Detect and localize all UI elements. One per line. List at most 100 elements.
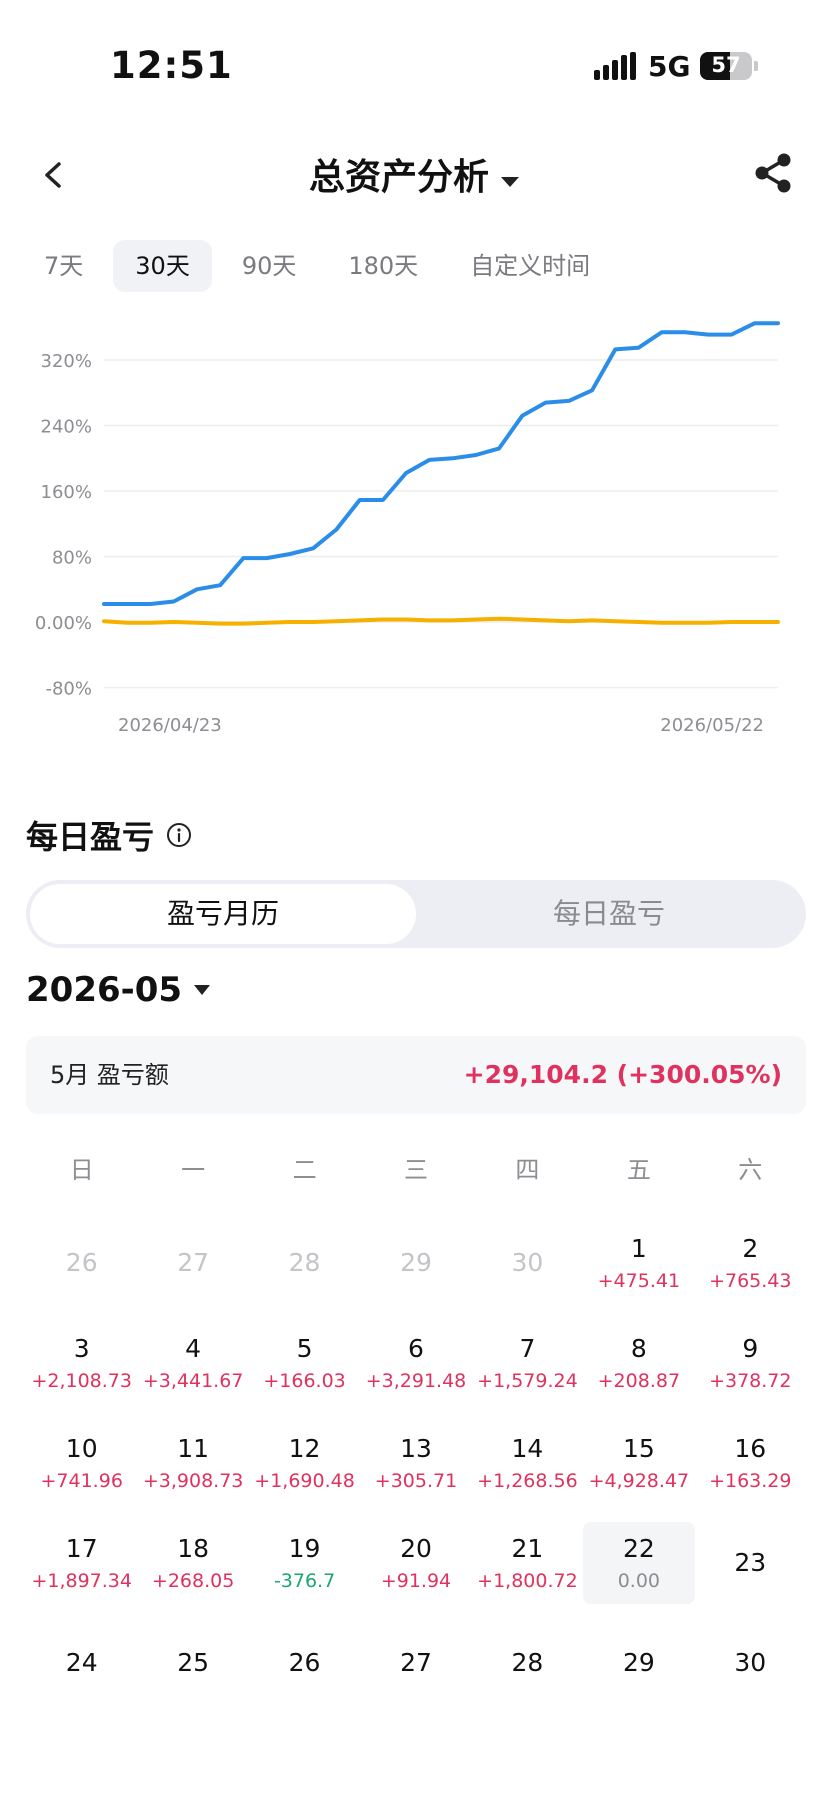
- calendar-day[interactable]: 8 +208.87: [583, 1322, 694, 1404]
- calendar-day[interactable]: 25: [137, 1622, 248, 1704]
- day-number: 14: [511, 1434, 544, 1463]
- calendar-day[interactable]: 15 +4,928.47: [583, 1422, 694, 1504]
- pnl-calendar: 日 一 二 三 四 五 六 26 27 28 29 30 1 +475.41 2 +765.43 3 +2,10…: [26, 1140, 806, 1704]
- battery-icon: 57: [700, 52, 752, 80]
- day-number: 8: [630, 1334, 647, 1363]
- x-tick-label: 2026/04/23: [118, 715, 222, 736]
- weekday-label: 六: [738, 1156, 763, 1184]
- series-line: [102, 321, 780, 606]
- day-pnl: +163.29: [709, 1470, 792, 1492]
- signal-icon: [594, 52, 636, 82]
- weekday-label: 五: [626, 1156, 651, 1184]
- period-tab[interactable]: 自定义时间: [448, 240, 612, 292]
- title-dropdown[interactable]: 总资产分析: [0, 148, 828, 200]
- calendar-day[interactable]: 9 +378.72: [695, 1322, 806, 1404]
- day-number: 27: [400, 1648, 432, 1677]
- tab-pnl-calendar[interactable]: 盈亏月历: [30, 884, 416, 944]
- day-pnl: +1,800.72: [477, 1570, 578, 1592]
- y-tick-label: 240%: [41, 417, 92, 438]
- day-pnl: -376.7: [273, 1570, 336, 1592]
- calendar-day[interactable]: 7 +1,579.24: [472, 1322, 583, 1404]
- view-toggle: 盈亏月历 每日盈亏: [26, 880, 806, 948]
- share-icon: [755, 153, 791, 193]
- day-number: 26: [288, 1648, 321, 1677]
- day-pnl: +4,928.47: [588, 1470, 690, 1492]
- calendar-grid: 26 27 28 29 30 1 +475.41 2 +765.43 3 +2,108.73 4 +3,…: [26, 1222, 806, 1704]
- battery-level: 57: [711, 53, 741, 77]
- day-pnl: +378.72: [709, 1370, 792, 1392]
- day-pnl: +268.05: [151, 1570, 235, 1592]
- weekday-label: 二: [292, 1156, 317, 1184]
- day-number: 20: [400, 1534, 432, 1563]
- day-number: 26: [65, 1248, 98, 1277]
- y-tick-label: 80%: [52, 548, 92, 569]
- day-number: 28: [511, 1648, 544, 1677]
- day-number: 27: [177, 1248, 210, 1277]
- calendar-day[interactable]: 4 +3,441.67: [137, 1322, 248, 1404]
- calendar-day[interactable]: 2 +765.43: [695, 1222, 806, 1304]
- calendar-day[interactable]: 27: [360, 1622, 471, 1704]
- y-tick-label: 160%: [41, 482, 92, 503]
- day-number: 2: [742, 1234, 759, 1263]
- calendar-day[interactable]: 11 +3,908.73: [137, 1422, 248, 1504]
- calendar-day[interactable]: 3 +2,108.73: [26, 1322, 137, 1404]
- calendar-day[interactable]: 23: [695, 1522, 806, 1604]
- day-number: 30: [511, 1248, 544, 1277]
- tab-daily-pnl[interactable]: 每日盈亏: [416, 884, 802, 944]
- weekday-label: 一: [181, 1156, 206, 1184]
- calendar-day[interactable]: 21 +1,800.72: [472, 1522, 583, 1604]
- day-number: 13: [400, 1434, 432, 1463]
- info-icon[interactable]: [166, 822, 192, 848]
- calendar-day[interactable]: 20 +91.94: [360, 1522, 471, 1604]
- period-tabs: 7天 30天 90天 180天 自定义时间: [22, 240, 620, 294]
- calendar-day[interactable]: 13 +305.71: [360, 1422, 471, 1504]
- calendar-day[interactable]: 5 +166.03: [249, 1322, 360, 1404]
- battery-tip: [754, 61, 758, 71]
- calendar-day[interactable]: 10 +741.96: [26, 1422, 137, 1504]
- period-tab[interactable]: 180天: [326, 240, 440, 292]
- day-number: 18: [177, 1534, 210, 1563]
- calendar-day[interactable]: 28: [472, 1622, 583, 1704]
- month-label: 2026-05: [26, 970, 183, 1010]
- day-number: 23: [734, 1548, 767, 1577]
- day-number: 5: [296, 1334, 313, 1363]
- month-selector[interactable]: 2026-05: [26, 970, 211, 1010]
- section-title-text: 每日盈亏: [26, 818, 155, 856]
- day-pnl: +1,268.56: [477, 1470, 578, 1492]
- calendar-day[interactable]: 19 -376.7: [249, 1522, 360, 1604]
- calendar-day[interactable]: 18 +268.05: [137, 1522, 248, 1604]
- day-pnl: +208.87: [597, 1370, 681, 1392]
- day-number: 17: [65, 1534, 98, 1563]
- period-tab[interactable]: 30天: [113, 240, 212, 292]
- calendar-day[interactable]: 30: [695, 1622, 806, 1704]
- day-pnl: +1,690.48: [254, 1470, 355, 1492]
- day-pnl: +3,908.73: [142, 1470, 244, 1492]
- day-number: 12: [288, 1434, 321, 1463]
- day-number: 29: [400, 1248, 432, 1277]
- day-number: 11: [177, 1434, 210, 1463]
- caret-down-icon: [194, 985, 211, 995]
- day-number: 4: [185, 1334, 202, 1363]
- calendar-day[interactable]: 22 0.00: [583, 1522, 695, 1604]
- period-tab[interactable]: 7天: [22, 240, 105, 292]
- period-tab[interactable]: 90天: [220, 240, 319, 292]
- calendar-day[interactable]: 1 +475.41: [583, 1222, 694, 1304]
- calendar-day[interactable]: 29: [583, 1622, 694, 1704]
- day-pnl: +3,441.67: [142, 1370, 244, 1392]
- calendar-day[interactable]: 26: [249, 1622, 360, 1704]
- calendar-day[interactable]: 16 +163.29: [695, 1422, 806, 1504]
- day-number: 3: [73, 1334, 90, 1363]
- network-type: 5G: [648, 50, 691, 83]
- calendar-day[interactable]: 12 +1,690.48: [249, 1422, 360, 1504]
- weekday-label: 四: [515, 1156, 540, 1184]
- day-pnl: +91.94: [380, 1570, 452, 1592]
- series-line: [102, 616, 780, 626]
- day-number: 10: [65, 1434, 98, 1463]
- calendar-day[interactable]: 14 +1,268.56: [472, 1422, 583, 1504]
- calendar-day[interactable]: 6 +3,291.48: [360, 1322, 471, 1404]
- share-button[interactable]: [748, 148, 798, 198]
- calendar-day[interactable]: 17 +1,897.34: [26, 1522, 137, 1604]
- day-pnl: +305.71: [374, 1470, 458, 1492]
- calendar-day[interactable]: 24: [26, 1622, 137, 1704]
- day-number: 25: [177, 1648, 210, 1677]
